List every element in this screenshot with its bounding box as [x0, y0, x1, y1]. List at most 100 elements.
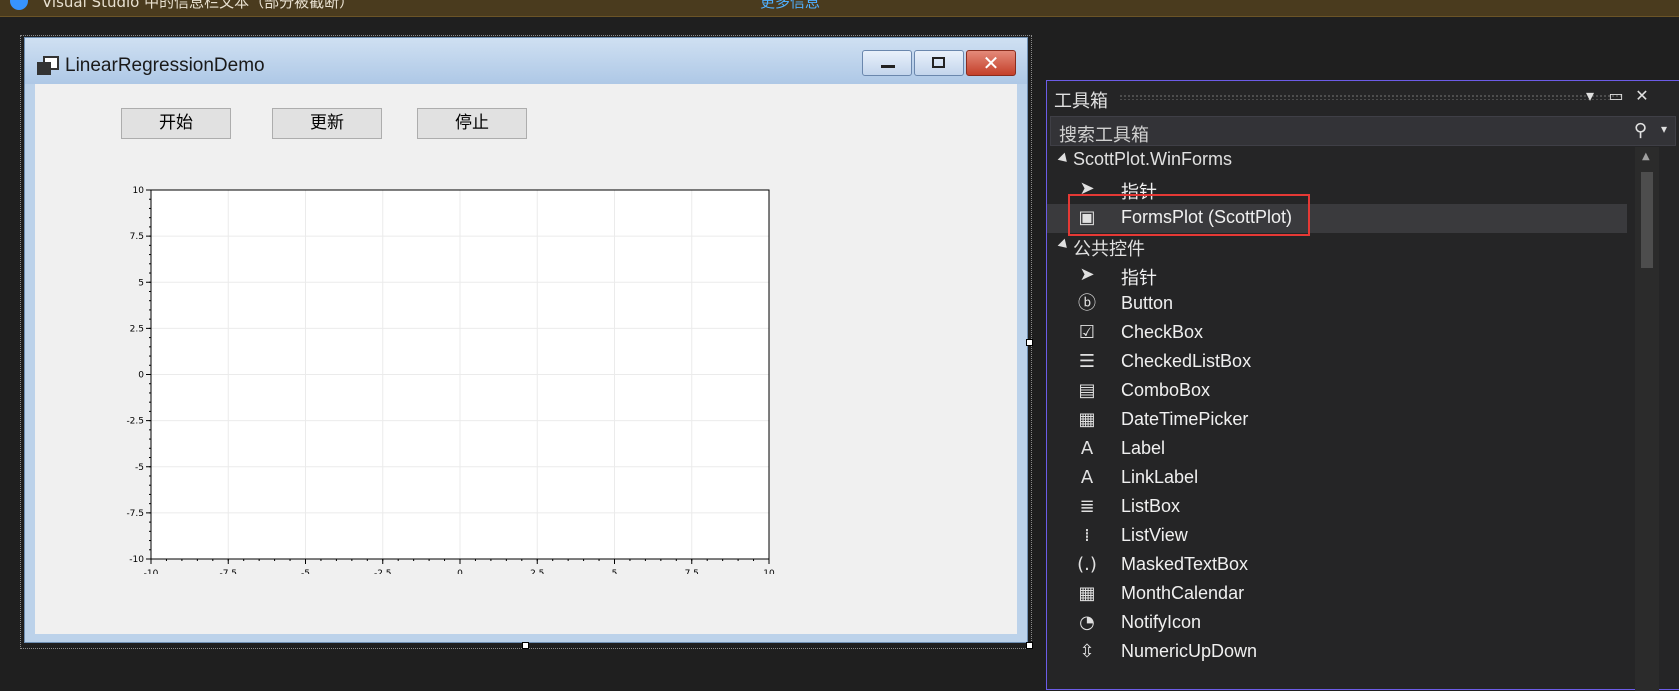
toolbox-item[interactable]: ☑ CheckBox: [1047, 319, 1627, 348]
info-icon: [10, 0, 28, 10]
x-tick-label: -10: [144, 569, 159, 574]
toolbox-item[interactable]: ▦ DateTimePicker: [1047, 406, 1627, 435]
scroll-thumb[interactable]: [1641, 172, 1653, 268]
checkbox-icon: ☑: [1078, 322, 1096, 343]
form-window[interactable]: LinearRegressionDemo ✕ 开始 更新 停止 -10 -7.5 -…: [24, 37, 1028, 643]
y-tick-label: 10: [133, 186, 145, 196]
x-tick-label: 10: [763, 569, 775, 574]
x-tick-label: 0: [457, 569, 463, 574]
checkedlistbox-icon: ☰: [1078, 351, 1096, 372]
toolbox-scrollbar[interactable]: ▲: [1635, 147, 1659, 691]
app-icon: [37, 56, 59, 75]
resize-handle-right[interactable]: [1026, 339, 1033, 346]
toolbox-item[interactable]: ⓑ Button: [1047, 290, 1627, 319]
listview-icon: ⁞: [1084, 525, 1090, 546]
pointer-icon: ➤: [1079, 264, 1095, 285]
toolbox-item[interactable]: ≣ ListBox: [1047, 493, 1627, 522]
toolbox-item[interactable]: A Label: [1047, 435, 1627, 464]
annotation-highlight-box: [1068, 194, 1310, 236]
chevron-down-icon[interactable]: ▾: [1661, 122, 1667, 136]
toolbox-item[interactable]: ☰ CheckedListBox: [1047, 348, 1627, 377]
plot-canvas[interactable]: -10 -7.5 -5 -2.5 0 2.5 5 7.5 10 10 7.5 5 2.5 0 -2.5 -5 -…: [95, 154, 775, 579]
toolbox-item-label: 指针: [1121, 268, 1157, 288]
search-icon[interactable]: ⚲: [1634, 120, 1647, 141]
y-tick-label: 0: [138, 371, 144, 381]
close-button[interactable]: ✕: [966, 50, 1016, 76]
toolbox-group-label: 公共控件: [1073, 239, 1145, 259]
toolbox-item[interactable]: ◔ NotifyIcon: [1047, 609, 1627, 638]
resize-handle-corner[interactable]: [1026, 642, 1033, 649]
linklabel-icon: A: [1080, 467, 1094, 488]
y-tick-label: -2.5: [126, 417, 144, 427]
toolbox-item[interactable]: ➤ 指针: [1047, 261, 1627, 290]
form-title: LinearRegressionDemo: [65, 55, 265, 76]
toolbox-item-label: ComboBox: [1121, 380, 1211, 400]
formsplot-control[interactable]: -10 -7.5 -5 -2.5 0 2.5 5 7.5 10 10 7.5 5 2.5 0 -2.5 -5 -…: [95, 154, 775, 579]
toolbox-item[interactable]: (.) MaskedTextBox: [1047, 551, 1627, 580]
y-tick-label: -5: [135, 463, 144, 473]
minimize-button[interactable]: [862, 50, 912, 76]
y-tick-label: 7.5: [130, 232, 144, 242]
toolbox-item-label: ListBox: [1121, 496, 1181, 516]
maximize-button[interactable]: [914, 50, 964, 76]
x-tick-label: 2.5: [530, 569, 544, 574]
x-tick-label: -5: [301, 569, 310, 574]
toolbox-close-icon[interactable]: ✕: [1631, 85, 1653, 107]
toolbox-header: 工具箱 ▾ ▭ ✕: [1047, 81, 1679, 113]
x-tick-label: -7.5: [219, 569, 237, 574]
info-bar: Visual Studio 中的信息栏文本（部分被截断） 更多信息: [0, 0, 1679, 17]
update-button[interactable]: 更新: [272, 108, 382, 139]
toolbox-grip[interactable]: [1119, 94, 1623, 100]
close-icon: ✕: [982, 51, 1000, 75]
listbox-icon: ≣: [1079, 496, 1095, 517]
maskedtextbox-icon: (.): [1077, 554, 1097, 575]
toolbox-item[interactable]: A LinkLabel: [1047, 464, 1627, 493]
maximize-icon: [932, 57, 945, 68]
form-titlebar[interactable]: LinearRegressionDemo ✕: [25, 38, 1027, 84]
toolbox-item-label: NumericUpDown: [1121, 641, 1258, 661]
toolbox-search-input[interactable]: 搜索工具箱 ⚲ ▾: [1050, 116, 1676, 146]
toolbox-group[interactable]: ScottPlot.WinForms: [1047, 147, 1647, 175]
x-tick-label: 5: [612, 569, 618, 574]
stop-button[interactable]: 停止: [417, 108, 527, 139]
toolbox-item[interactable]: ▦ MonthCalendar: [1047, 580, 1627, 609]
label-icon: A: [1080, 438, 1094, 459]
toolbox-item-label: CheckBox: [1121, 322, 1204, 342]
toolbox-item-label: CheckedListBox: [1121, 351, 1252, 371]
info-bar-text: Visual Studio 中的信息栏文本（部分被截断）: [42, 0, 355, 11]
toolbox-item[interactable]: ⇳ NumericUpDown: [1047, 638, 1627, 667]
start-button[interactable]: 开始: [121, 108, 231, 139]
toolbox-item[interactable]: ⁞ ListView: [1047, 522, 1627, 551]
window-position-icon[interactable]: ▾: [1579, 85, 1601, 107]
button-icon: ⓑ: [1078, 293, 1096, 314]
minimize-icon: [881, 65, 895, 68]
notifyicon-icon: ◔: [1079, 612, 1095, 633]
expand-triangle-icon[interactable]: [1057, 152, 1071, 166]
toolbox-group-label: ScottPlot.WinForms: [1073, 149, 1233, 169]
combobox-icon: ▤: [1078, 380, 1096, 401]
toolbox-item-label: DateTimePicker: [1121, 409, 1249, 429]
toolbox-item[interactable]: ▤ ComboBox: [1047, 377, 1627, 406]
toolbox-item-label: LinkLabel: [1121, 467, 1199, 487]
toolbox-item-label: MaskedTextBox: [1121, 554, 1249, 574]
form-client-area: 开始 更新 停止 -10 -7.5 -5 -2.5 0 2.5 5 7.5 10 10 7.5 5 2.…: [35, 84, 1017, 634]
resize-handle-bottom[interactable]: [522, 642, 529, 649]
y-tick-label: -7.5: [126, 509, 144, 519]
x-tick-label: 7.5: [685, 569, 699, 574]
toolbox-title: 工具箱: [1054, 91, 1108, 112]
toolbox-group[interactable]: 公共控件: [1047, 233, 1647, 261]
datetimepicker-icon: ▦: [1078, 409, 1096, 430]
expand-triangle-icon[interactable]: [1057, 238, 1071, 252]
y-tick-label: 2.5: [130, 324, 144, 334]
x-tick-label: -2.5: [374, 569, 392, 574]
toolbox-panel: 工具箱 ▾ ▭ ✕ 搜索工具箱 ⚲ ▾ ScottPlot.WinForms ➤ 指…: [1046, 80, 1679, 691]
numericupdown-icon: ⇳: [1079, 641, 1095, 662]
toolbox-item-label: MonthCalendar: [1121, 583, 1245, 603]
toolbox-item-label: Button: [1121, 293, 1174, 313]
toolbox-search-placeholder: 搜索工具箱: [1059, 125, 1149, 146]
pin-icon[interactable]: ▭: [1605, 85, 1627, 107]
toolbox-item-label: ListView: [1121, 525, 1188, 545]
info-bar-link[interactable]: 更多信息: [760, 0, 820, 12]
scroll-up-icon[interactable]: ▲: [1642, 151, 1650, 162]
toolbox-item-label: Label: [1121, 438, 1166, 458]
